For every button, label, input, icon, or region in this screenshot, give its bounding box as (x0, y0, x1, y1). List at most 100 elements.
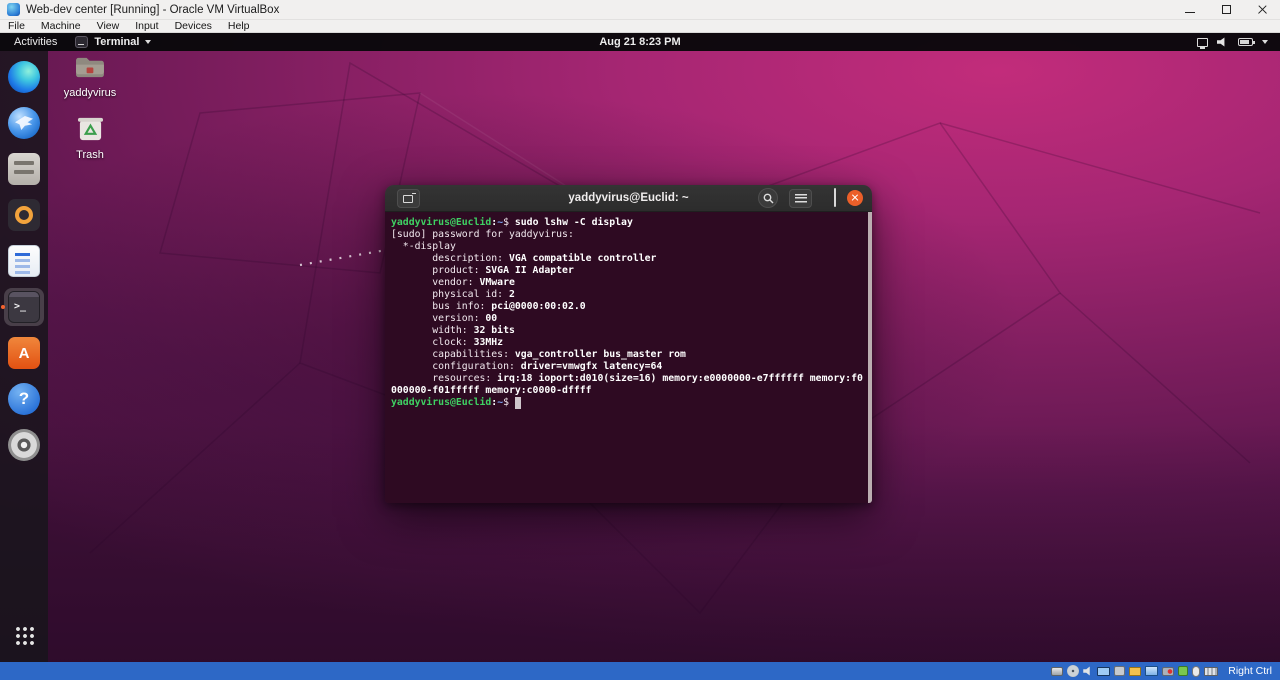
vbox-titlebar[interactable]: Web-dev center [Running] - Oracle VM Vir… (0, 0, 1280, 20)
dock-item-thunderbird-mail[interactable] (4, 104, 44, 142)
system-tray-button[interactable] (1193, 33, 1272, 51)
terminal-line: description: VGA compatible controller (391, 253, 863, 265)
battery-icon (1238, 38, 1253, 46)
terminal-scrollbar[interactable] (868, 212, 872, 503)
dock-item-camera-app[interactable] (4, 196, 44, 234)
terminal-close-button[interactable] (847, 190, 863, 206)
window-controls (1172, 0, 1280, 19)
thunderbird-mail-icon (8, 107, 40, 139)
terminal-line: *-display (391, 241, 863, 253)
terminal-text: capabilities: (391, 349, 515, 360)
terminal-controls (758, 185, 863, 211)
audio-icon[interactable] (1083, 666, 1093, 676)
clock-button[interactable]: Aug 21 8:23 PM (599, 36, 680, 48)
desktop-icon-label: yaddyvirus (64, 87, 117, 99)
menu-button[interactable] (789, 189, 812, 208)
menu-devices[interactable]: Devices (167, 20, 220, 32)
trash-icon (76, 115, 105, 147)
usb-icon[interactable] (1114, 666, 1125, 676)
window-close-button[interactable] (1244, 0, 1280, 19)
terminal-text: VMware (479, 277, 514, 288)
optical-disc-icon[interactable] (1067, 665, 1079, 677)
hamburger-icon (795, 194, 807, 203)
search-button[interactable] (758, 188, 778, 208)
vm-display[interactable]: Activities Terminal Aug 21 8:23 PM yaddy… (0, 33, 1280, 662)
dock-item-terminal[interactable] (4, 288, 44, 326)
network-icon[interactable] (1097, 667, 1110, 676)
terminal-text: vga_controller bus_master rom (515, 349, 686, 360)
terminal-line: physical id: 2 (391, 289, 863, 301)
terminal-line: yaddyvirus@Euclid:~$ (391, 397, 863, 409)
terminal-text: driver=vmwgfx latency=64 (521, 361, 663, 372)
app-menu-button[interactable]: Terminal (75, 36, 151, 48)
terminal-line: clock: 33MHz (391, 337, 863, 349)
terminal-icon (8, 291, 40, 323)
hdd-icon[interactable] (1051, 667, 1063, 676)
terminal-text: vendor: (391, 277, 479, 288)
minimize-icon (1185, 12, 1195, 13)
terminal-line: yaddyvirus@Euclid:~$ sudo lshw -C displa… (391, 217, 863, 229)
terminal-text: physical id: (391, 289, 509, 300)
dock-item-ubuntu-software[interactable] (4, 334, 44, 372)
terminal-line: configuration: driver=vmwgfx latency=64 (391, 361, 863, 373)
activities-button[interactable]: Activities (8, 36, 63, 48)
dock-item-files[interactable] (4, 150, 44, 188)
host-key-label: Right Ctrl (1228, 665, 1272, 677)
terminal-line: version: 00 (391, 313, 863, 325)
dock-item-libreoffice-writer[interactable] (4, 242, 44, 280)
terminal-text: irq:18 ioport:d010(size=16) memory:e0000… (497, 373, 863, 384)
gnome-top-bar: Activities Terminal Aug 21 8:23 PM (0, 33, 1280, 51)
dock (0, 51, 48, 662)
chevron-down-icon (145, 40, 151, 44)
window-minimize-button[interactable] (1172, 0, 1208, 19)
terminal-text: [sudo] password for yaddyvirus: (391, 229, 580, 240)
dock-item-edge-browser[interactable] (4, 58, 44, 96)
show-applications-button[interactable] (4, 618, 44, 652)
terminal-text: VGA compatible controller (509, 253, 656, 264)
terminal-line: [sudo] password for yaddyvirus: (391, 229, 863, 241)
close-icon (1257, 4, 1268, 15)
terminal-text: 33MHz (474, 337, 504, 348)
virtualbox-app-icon (7, 3, 20, 16)
chevron-down-icon (1262, 40, 1268, 44)
search-icon (763, 193, 774, 204)
maximize-icon (1222, 5, 1231, 14)
volume-icon (1217, 37, 1229, 47)
display-icon[interactable] (1145, 666, 1158, 676)
terminal-text: clock: (391, 337, 474, 348)
desktop-icon-trash[interactable]: Trash (76, 115, 105, 161)
terminal-line: width: 32 bits (391, 325, 863, 337)
menu-view[interactable]: View (89, 20, 128, 32)
menu-machine[interactable]: Machine (33, 20, 89, 32)
dock-items (0, 51, 48, 464)
dock-item-help[interactable] (4, 380, 44, 418)
desktop-icon-yaddyvirus[interactable]: yaddyvirus (64, 55, 117, 99)
menu-input[interactable]: Input (127, 20, 166, 32)
terminal-titlebar[interactable]: yaddyvirus@Euclid: ~ (385, 185, 872, 212)
recording-icon[interactable] (1162, 667, 1174, 676)
terminal-text: resources: (391, 373, 497, 384)
terminal-line: vendor: VMware (391, 277, 863, 289)
terminal-text: 32 bits (474, 325, 515, 336)
terminal-text: 2 (509, 289, 515, 300)
desktop-icons: yaddyvirus Trash (54, 55, 126, 161)
maximize-icon (834, 188, 836, 207)
window-maximize-button[interactable] (1208, 0, 1244, 19)
terminal-text: configuration: (391, 361, 521, 372)
terminal-text: $ (503, 397, 515, 408)
terminal-maximize-button[interactable] (834, 189, 836, 207)
desktop-icon-label: Trash (76, 149, 104, 161)
keyboard-icon[interactable] (1204, 667, 1218, 676)
terminal-line: 000000-f01fffff memory:c0000-dffff (391, 385, 863, 397)
mouse-icon[interactable] (1192, 666, 1200, 677)
dock-item-disk-utility[interactable] (4, 426, 44, 464)
menu-help[interactable]: Help (220, 20, 258, 32)
terminal-text: 000000-f01fffff memory:c0000-dffff (391, 385, 592, 396)
features-icon[interactable] (1178, 666, 1188, 676)
terminal-output[interactable]: yaddyvirus@Euclid:~$ sudo lshw -C displa… (385, 212, 872, 503)
terminal-line: resources: irq:18 ioport:d010(size=16) m… (391, 373, 863, 385)
shared-folder-icon[interactable] (1129, 667, 1141, 676)
menu-file[interactable]: File (0, 20, 33, 32)
app-menu-label: Terminal (94, 36, 139, 48)
terminal-text: 00 (485, 313, 497, 324)
